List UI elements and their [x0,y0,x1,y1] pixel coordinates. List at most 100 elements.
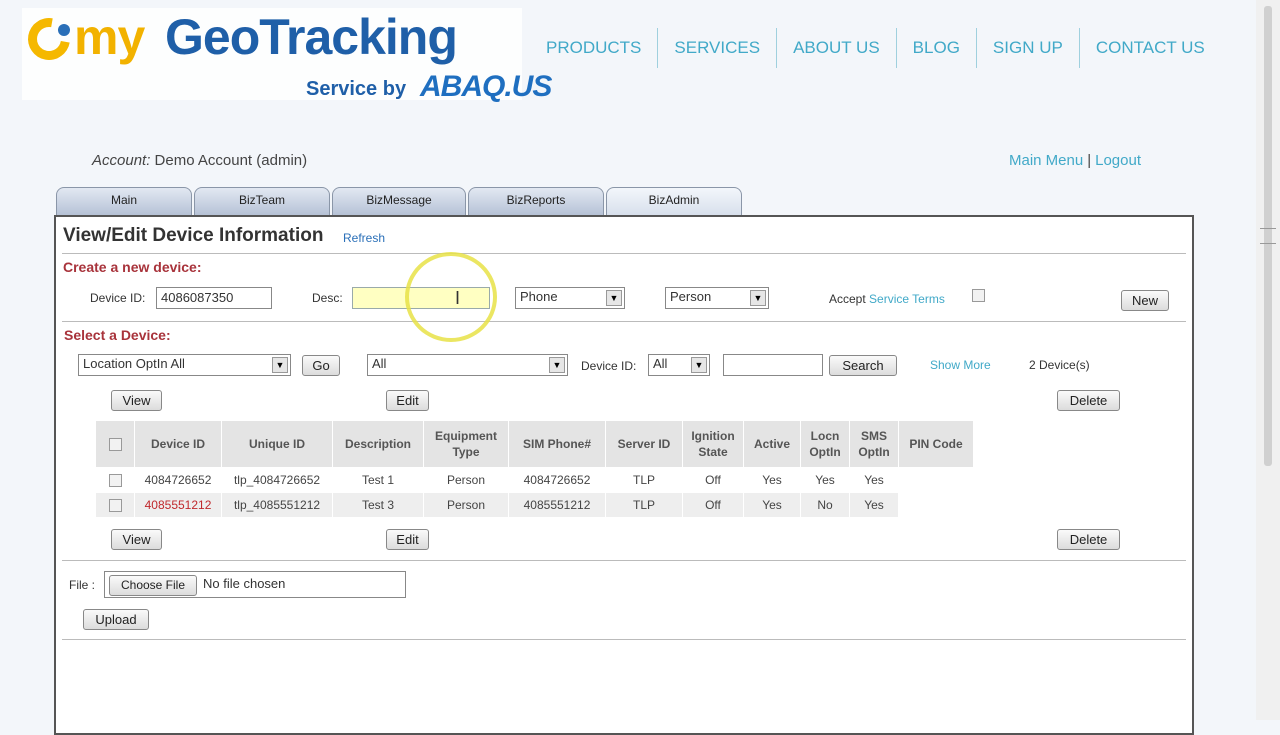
col-ignition-state[interactable]: Ignition State [682,420,744,468]
chevron-down-icon: ▼ [750,290,766,306]
file-input[interactable]: Choose File No file chosen [104,571,406,598]
col-sms-optin[interactable]: SMS OptIn [849,420,899,468]
equipment-select[interactable]: Phone ▼ [515,287,625,309]
nav-about-us[interactable]: ABOUT US [777,28,897,68]
create-section-label: Create a new device: [63,259,202,275]
service-terms-link[interactable]: Service Terms [869,292,945,306]
chevron-down-icon: ▼ [272,357,288,373]
row-select-cell [95,467,135,493]
device-count: 2 Device(s) [1029,358,1090,372]
device-id-filter-select[interactable]: All ▼ [648,354,710,376]
logo-dot-icon [58,24,70,36]
cell-ignition-state: Off [682,467,744,493]
cell-description: Test 3 [332,492,424,518]
delete-button[interactable]: Delete [1057,390,1120,411]
view-button-bottom[interactable]: View [111,529,162,550]
edit-button-bottom[interactable]: Edit [386,529,429,550]
tab-bizreports[interactable]: BizReports [468,187,604,215]
delete-button-bottom[interactable]: Delete [1057,529,1120,550]
top-links: Main Menu | Logout [1009,152,1141,169]
select-all-cell [95,420,135,468]
go-button[interactable]: Go [302,355,340,376]
tab-main[interactable]: Main [56,187,192,215]
cell-locn-optin: Yes [800,467,850,493]
divider [62,253,1186,254]
table-row[interactable]: 4085551212 tlp_4085551212 Test 3 Person … [95,492,974,518]
table-row[interactable]: 4084726652 tlp_4084726652 Test 1 Person … [95,467,974,493]
link-separator: | [1087,152,1092,169]
row-checkbox[interactable] [108,473,122,487]
logout-link[interactable]: Logout [1095,152,1141,169]
cell-description: Test 1 [332,467,424,493]
view-button[interactable]: View [111,390,162,411]
refresh-link[interactable]: Refresh [343,231,385,245]
cell-server-id: TLP [605,467,683,493]
select-section-label: Select a Device: [64,327,171,343]
tab-bizteam[interactable]: BizTeam [194,187,330,215]
nav-sign-up[interactable]: SIGN UP [977,28,1080,68]
filter-select-value: Location OptIn All [83,356,185,371]
group-select[interactable]: All ▼ [367,354,568,376]
cell-sms-optin: Yes [849,467,899,493]
tab-bizmessage[interactable]: BizMessage [332,187,466,215]
nav-services[interactable]: SERVICES [658,28,778,68]
cell-unique-id: tlp_4085551212 [221,492,333,518]
col-pin-code[interactable]: PIN Code [898,420,974,468]
nav-products[interactable]: PRODUCTS [530,28,659,68]
cell-sim-phone: 4085551212 [508,492,606,518]
device-id-filter-value: All [653,356,668,371]
device-id-label: Device ID: [90,291,146,305]
search-button[interactable]: Search [829,355,897,376]
cell-ignition-state: Off [682,492,744,518]
col-locn-optin[interactable]: Locn OptIn [800,420,850,468]
device-table: Device ID Unique ID Description Equipmen… [95,420,974,518]
col-server-id[interactable]: Server ID [605,420,683,468]
upload-button[interactable]: Upload [83,609,149,630]
desc-label: Desc: [312,291,343,305]
row-select-cell [95,492,135,518]
page-title: View/Edit Device Information [63,225,324,246]
cell-equipment-type: Person [423,492,509,518]
cell-active: Yes [743,492,801,518]
text-cursor-icon: I [455,288,461,308]
cell-server-id: TLP [605,492,683,518]
group-select-value: All [372,356,387,371]
choose-file-button[interactable]: Choose File [109,575,197,596]
device-id-input[interactable]: 4086087350 [156,287,272,309]
nav-contact-us[interactable]: CONTACT US [1080,28,1221,68]
main-menu-link[interactable]: Main Menu [1009,152,1083,169]
logo-brand: ABAQ.US [420,70,552,103]
row-checkbox[interactable] [108,498,122,512]
col-device-id[interactable]: Device ID [134,420,222,468]
col-description[interactable]: Description [332,420,424,468]
divider [62,321,1186,322]
accept-label: Accept [829,292,866,306]
nav-blog[interactable]: BLOG [897,28,977,68]
search-input[interactable] [723,354,823,376]
show-more-link[interactable]: Show More [930,358,991,372]
top-nav: PRODUCTS SERVICES ABOUT US BLOG SIGN UP … [530,28,1221,68]
col-sim-phone[interactable]: SIM Phone# [508,420,606,468]
cell-sms-optin: Yes [849,492,899,518]
accept-terms-checkbox[interactable] [972,289,985,302]
account-value: Demo Account (admin) [154,152,308,169]
new-button[interactable]: New [1121,290,1169,311]
cell-device-id: 4084726652 [134,467,222,493]
edit-button[interactable]: Edit [386,390,429,411]
cell-pin-code [898,467,974,493]
cell-device-id: 4085551212 [134,492,222,518]
page-scrollbar[interactable] [1256,0,1280,720]
filter-select[interactable]: Location OptIn All ▼ [78,354,291,376]
col-active[interactable]: Active [743,420,801,468]
account-info: Account: Demo Account (admin) [92,152,307,169]
col-equipment-type[interactable]: Equipment Type [423,420,509,468]
scrollbar-grip-icon [1260,228,1276,244]
file-label: File : [69,578,96,592]
cell-pin-code [898,492,974,518]
col-unique-id[interactable]: Unique ID [221,420,333,468]
select-all-checkbox[interactable] [108,437,122,451]
cell-locn-optin: No [800,492,850,518]
tab-bizadmin[interactable]: BizAdmin [606,187,742,215]
logo-geotracking: GeoTracking [165,9,458,65]
type-select[interactable]: Person ▼ [665,287,769,309]
